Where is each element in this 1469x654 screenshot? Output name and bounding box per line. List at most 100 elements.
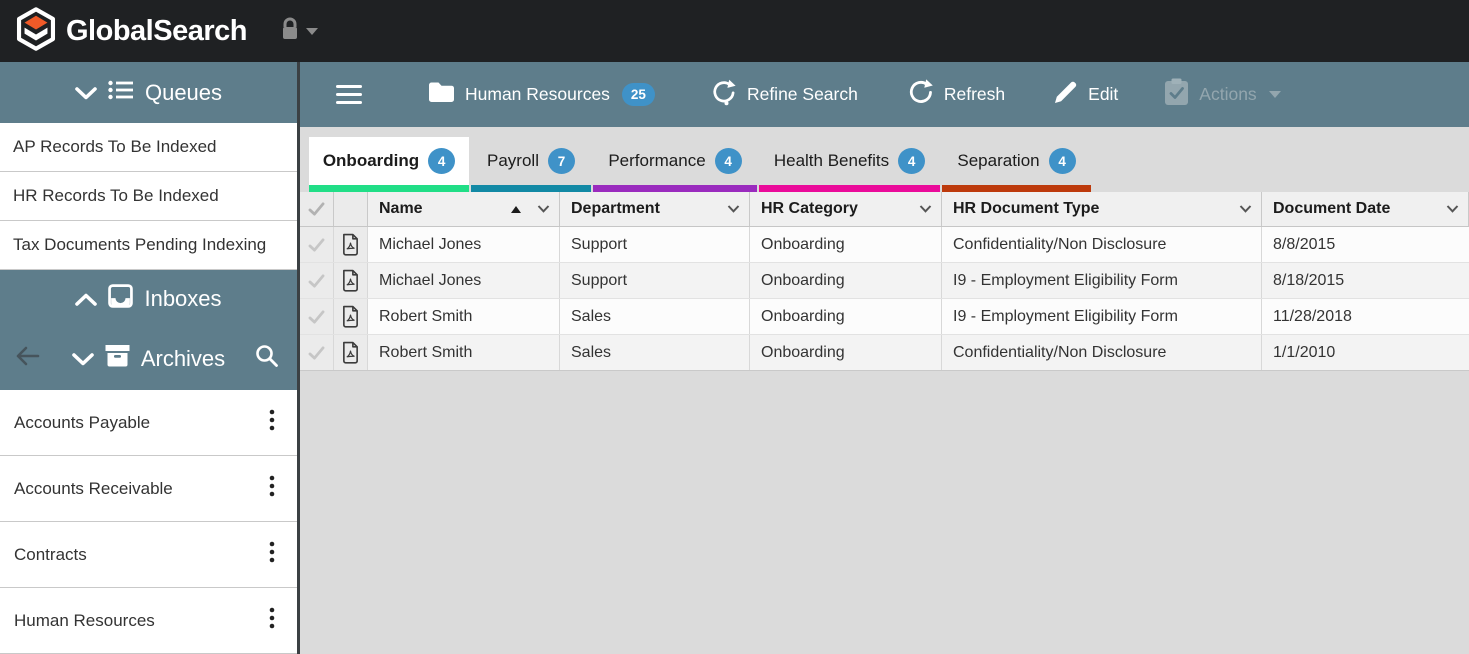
cell-hr-category: Onboarding bbox=[750, 335, 942, 370]
chevron-up-icon bbox=[75, 286, 97, 312]
column-menu-chevron-icon[interactable] bbox=[537, 205, 550, 213]
refresh-icon bbox=[908, 79, 934, 110]
archives-section-header[interactable]: Archives bbox=[0, 327, 297, 390]
category-tabbar: Onboarding 4 Payroll 7 Performance 4 bbox=[300, 137, 1469, 192]
lock-menu-button[interactable] bbox=[279, 17, 318, 46]
actions-dropdown-button[interactable]: Actions bbox=[1164, 78, 1280, 111]
collapse-sidebar-arrow-icon[interactable] bbox=[16, 346, 40, 372]
result-count-badge: 25 bbox=[622, 83, 655, 106]
table-body: Michael Jones Support Onboarding Confide… bbox=[300, 227, 1469, 371]
cell-hr-document-type: I9 - Employment Eligibility Form bbox=[942, 263, 1262, 298]
tab-color-strip bbox=[593, 185, 757, 192]
tab-count-badge: 4 bbox=[715, 148, 742, 174]
kebab-menu-icon[interactable] bbox=[263, 537, 281, 572]
table-header-row: Name Department HR Category bbox=[300, 192, 1469, 227]
tab-label: Separation bbox=[957, 151, 1039, 171]
queue-item-ap-records[interactable]: AP Records To Be Indexed bbox=[0, 123, 297, 172]
cell-name: Michael Jones bbox=[368, 263, 560, 298]
pdf-file-icon[interactable] bbox=[334, 227, 368, 262]
column-menu-chevron-icon[interactable] bbox=[919, 205, 932, 213]
results-table: Name Department HR Category bbox=[300, 192, 1469, 371]
actions-label: Actions bbox=[1199, 84, 1256, 105]
cell-department: Sales bbox=[560, 335, 750, 370]
edit-label: Edit bbox=[1088, 84, 1118, 105]
tab-count-badge: 7 bbox=[548, 148, 575, 174]
tab-separation[interactable]: Separation 4 bbox=[942, 137, 1091, 192]
kebab-menu-icon[interactable] bbox=[263, 603, 281, 638]
column-label: Department bbox=[571, 200, 660, 218]
cell-name: Robert Smith bbox=[368, 335, 560, 370]
cell-hr-document-type: Confidentiality/Non Disclosure bbox=[942, 227, 1262, 262]
archive-item-contracts[interactable]: Contracts bbox=[0, 522, 297, 588]
pdf-file-icon[interactable] bbox=[334, 299, 368, 334]
inboxes-section-header[interactable]: Inboxes bbox=[0, 270, 297, 327]
row-checkbox[interactable] bbox=[300, 227, 334, 262]
tab-onboarding[interactable]: Onboarding 4 bbox=[309, 137, 469, 192]
table-row[interactable]: Robert Smith Sales Onboarding Confidenti… bbox=[300, 335, 1469, 371]
tab-color-strip bbox=[942, 185, 1091, 192]
cell-hr-category: Onboarding bbox=[750, 299, 942, 334]
queue-item-label: AP Records To Be Indexed bbox=[13, 137, 217, 157]
pdf-file-icon[interactable] bbox=[334, 335, 368, 370]
column-header-hr-document-type[interactable]: HR Document Type bbox=[942, 192, 1262, 226]
row-checkbox[interactable] bbox=[300, 263, 334, 298]
kebab-menu-icon[interactable] bbox=[263, 405, 281, 440]
archive-item-accounts-payable[interactable]: Accounts Payable bbox=[0, 390, 297, 456]
column-header-name[interactable]: Name bbox=[368, 192, 560, 226]
cell-name: Robert Smith bbox=[368, 299, 560, 334]
column-menu-chevron-icon[interactable] bbox=[1446, 205, 1459, 213]
column-menu-chevron-icon[interactable] bbox=[727, 205, 740, 213]
cell-document-date: 11/28/2018 bbox=[1262, 299, 1469, 334]
queue-item-label: HR Records To Be Indexed bbox=[13, 186, 219, 206]
archive-item-label: Human Resources bbox=[14, 611, 155, 631]
archive-item-human-resources[interactable]: Human Resources bbox=[0, 588, 297, 654]
kebab-menu-icon[interactable] bbox=[263, 471, 281, 506]
column-header-department[interactable]: Department bbox=[560, 192, 750, 226]
app-title: GlobalSearch bbox=[66, 15, 247, 48]
hamburger-menu-icon[interactable] bbox=[336, 85, 362, 104]
row-checkbox[interactable] bbox=[300, 299, 334, 334]
column-header-hr-category[interactable]: HR Category bbox=[750, 192, 942, 226]
tab-label: Performance bbox=[608, 151, 705, 171]
file-type-column-header[interactable] bbox=[334, 192, 368, 226]
tab-count-badge: 4 bbox=[898, 148, 925, 174]
queue-item-hr-records[interactable]: HR Records To Be Indexed bbox=[0, 172, 297, 221]
tab-count-badge: 4 bbox=[1049, 148, 1076, 174]
archive-item-label: Accounts Payable bbox=[14, 413, 150, 433]
tab-count-badge: 4 bbox=[428, 148, 455, 174]
tab-color-strip bbox=[759, 185, 940, 192]
caret-down-icon bbox=[1269, 91, 1281, 98]
column-label: HR Category bbox=[761, 200, 858, 218]
column-label: HR Document Type bbox=[953, 200, 1099, 218]
column-label: Name bbox=[379, 200, 423, 218]
archive-item-label: Contracts bbox=[14, 545, 87, 565]
refresh-button[interactable]: Refresh bbox=[908, 79, 1005, 110]
table-row[interactable]: Michael Jones Support Onboarding Confide… bbox=[300, 227, 1469, 263]
select-all-checkbox[interactable] bbox=[300, 192, 334, 226]
search-icon[interactable] bbox=[255, 344, 279, 374]
archive-item-accounts-receivable[interactable]: Accounts Receivable bbox=[0, 456, 297, 522]
tab-payroll[interactable]: Payroll 7 bbox=[471, 137, 591, 192]
table-row[interactable]: Michael Jones Support Onboarding I9 - Em… bbox=[300, 263, 1469, 299]
tab-health-benefits[interactable]: Health Benefits 4 bbox=[759, 137, 940, 192]
refine-search-icon bbox=[711, 79, 737, 111]
row-checkbox[interactable] bbox=[300, 335, 334, 370]
cell-hr-document-type: I9 - Employment Eligibility Form bbox=[942, 299, 1262, 334]
queue-item-tax-documents[interactable]: Tax Documents Pending Indexing bbox=[0, 221, 297, 270]
pdf-file-icon[interactable] bbox=[334, 263, 368, 298]
current-archive-button[interactable]: Human Resources 25 bbox=[428, 81, 655, 108]
main-panel: Human Resources 25 Refine Search bbox=[300, 62, 1469, 654]
edit-button[interactable]: Edit bbox=[1053, 80, 1118, 110]
column-menu-chevron-icon[interactable] bbox=[1239, 205, 1252, 213]
clipboard-check-icon bbox=[1164, 78, 1189, 111]
cell-document-date: 8/18/2015 bbox=[1262, 263, 1469, 298]
cell-department: Support bbox=[560, 263, 750, 298]
refine-search-button[interactable]: Refine Search bbox=[711, 79, 858, 111]
table-row[interactable]: Robert Smith Sales Onboarding I9 - Emplo… bbox=[300, 299, 1469, 335]
tab-performance[interactable]: Performance 4 bbox=[593, 137, 757, 192]
sections-panel: Inboxes Archives bbox=[0, 270, 297, 390]
queues-section-label: Queues bbox=[145, 80, 222, 106]
queues-section-header[interactable]: Queues bbox=[0, 62, 297, 123]
cell-hr-category: Onboarding bbox=[750, 263, 942, 298]
column-header-document-date[interactable]: Document Date bbox=[1262, 192, 1469, 226]
